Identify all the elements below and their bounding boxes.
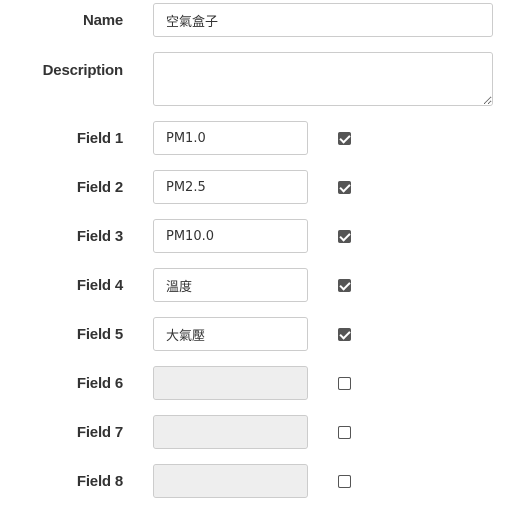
field-2-checkbox[interactable] [338, 181, 351, 194]
field-7-checkbox[interactable] [338, 426, 351, 439]
field-4-checkbox[interactable] [338, 279, 351, 292]
field-1-label: Field 1 [76, 130, 123, 147]
field-8-label: Field 8 [76, 473, 123, 490]
field-1-input[interactable] [153, 121, 308, 155]
field-7-label: Field 7 [76, 424, 123, 441]
field-4-input[interactable] [153, 268, 308, 302]
name-label: Name [82, 12, 123, 29]
field-2-input[interactable] [153, 170, 308, 204]
field-8-checkbox[interactable] [338, 475, 351, 488]
channel-settings-form: Name Description Field 1 Field 2 Field 3… [0, 0, 519, 507]
field-3-checkbox[interactable] [338, 230, 351, 243]
field-1-checkbox[interactable] [338, 132, 351, 145]
name-input[interactable] [153, 3, 493, 37]
field-2-label: Field 2 [76, 179, 123, 196]
description-textarea[interactable] [153, 52, 493, 106]
field-6-input[interactable] [153, 366, 308, 400]
description-label: Description [42, 62, 124, 79]
field-5-checkbox[interactable] [338, 328, 351, 341]
field-8-input[interactable] [153, 464, 308, 498]
field-5-label: Field 5 [76, 326, 123, 343]
field-4-label: Field 4 [76, 277, 123, 294]
field-3-label: Field 3 [76, 228, 123, 245]
field-3-input[interactable] [153, 219, 308, 253]
field-6-checkbox[interactable] [338, 377, 351, 390]
field-6-label: Field 6 [76, 375, 123, 392]
field-7-input[interactable] [153, 415, 308, 449]
field-5-input[interactable] [153, 317, 308, 351]
